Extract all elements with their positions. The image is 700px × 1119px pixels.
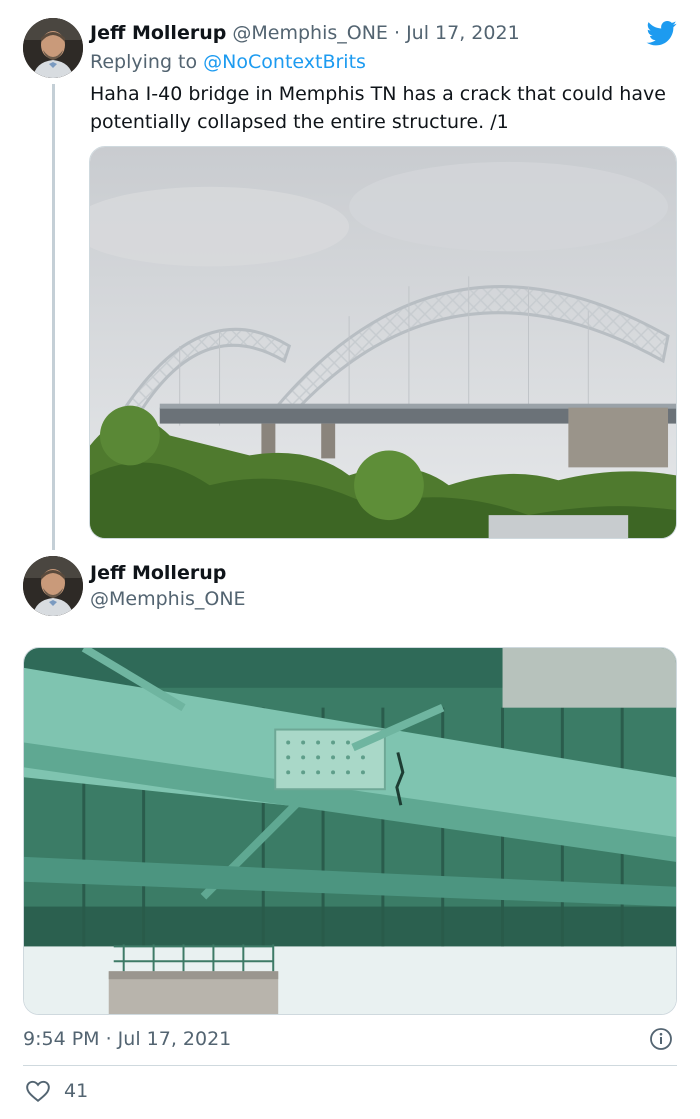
tweet-text: Haha I-40 bridge in Memphis TN has a cra… — [90, 83, 666, 133]
tweet-timestamp[interactable]: 9:54 PM · Jul 17, 2021 — [23, 1025, 231, 1053]
replying-to-line: Replying to @NoContextBrits — [90, 49, 366, 75]
like-count: 41 — [64, 1080, 89, 1102]
reply-prefix: Replying to — [90, 51, 198, 73]
user-handle[interactable]: @Memphis_ONE — [232, 22, 388, 44]
info-icon[interactable] — [649, 1027, 673, 1051]
separator-dot: · — [393, 22, 401, 44]
tweet-date[interactable]: Jul 17, 2021 — [406, 22, 520, 44]
tweet-photo-bridge-crack[interactable] — [23, 647, 677, 1015]
tweet-header: Jeff Mollerup @Memphis_ONE · Jul 17, 202… — [90, 20, 520, 46]
divider — [23, 1065, 677, 1066]
avatar[interactable] — [23, 18, 83, 78]
heart-icon[interactable] — [25, 1078, 51, 1104]
display-name[interactable]: Jeff Mollerup — [90, 22, 226, 44]
avatar[interactable] — [23, 556, 83, 616]
twitter-bird-icon[interactable] — [645, 18, 679, 48]
thread-connector-line — [52, 84, 55, 550]
reply-mention-link[interactable]: @NoContextBrits — [203, 51, 366, 73]
display-name[interactable]: Jeff Mollerup — [90, 560, 226, 586]
tweet-photo-bridge[interactable] — [89, 146, 677, 539]
user-handle[interactable]: @Memphis_ONE — [90, 586, 246, 612]
